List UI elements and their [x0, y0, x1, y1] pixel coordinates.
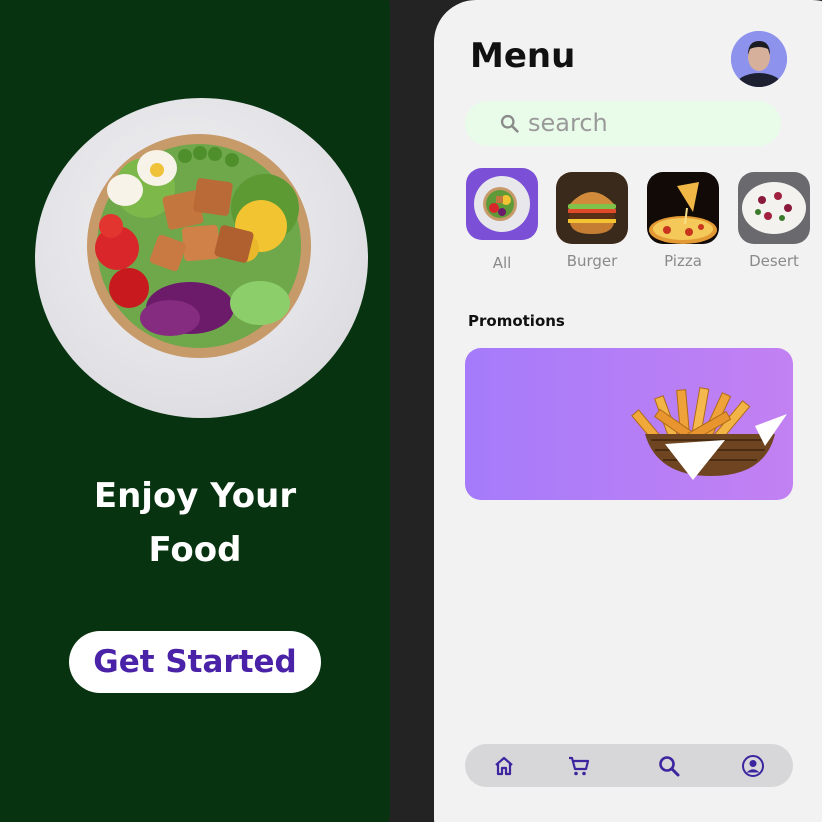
category-desert[interactable]: Desert: [737, 172, 811, 270]
french-fries-image: [631, 387, 787, 480]
get-started-button[interactable]: Get Started: [69, 631, 321, 693]
search-icon[interactable]: [657, 754, 681, 778]
avatar[interactable]: [731, 31, 787, 87]
profile-icon[interactable]: [741, 754, 765, 778]
cart-icon[interactable]: [567, 754, 591, 778]
burger-image: [556, 172, 628, 244]
search-placeholder: search: [528, 109, 608, 137]
pizza-image: [647, 172, 719, 244]
hero-title-line-2: Food: [148, 529, 242, 570]
category-label-burger: Burger: [566, 252, 618, 270]
bottom-nav: [465, 744, 793, 787]
hero-title: Enjoy Your Food: [0, 469, 390, 577]
menu-screen: Menu search All Burger Pizza Desert Prom…: [434, 0, 822, 822]
category-label-all: All: [492, 254, 512, 272]
category-label-pizza: Pizza: [664, 252, 702, 270]
category-all[interactable]: All: [465, 168, 539, 272]
salad-bowl-image: [466, 168, 538, 240]
category-pizza[interactable]: Pizza: [646, 172, 720, 270]
promotions-heading: Promotions: [468, 312, 565, 330]
promotion-banner[interactable]: [465, 348, 793, 500]
category-label-desert: Desert: [749, 252, 799, 270]
search-icon: [500, 114, 519, 133]
onboarding-screen: Enjoy Your Food Get Started: [0, 0, 390, 822]
category-burger[interactable]: Burger: [555, 172, 629, 270]
page-title: Menu: [470, 36, 576, 76]
hero-title-line-1: Enjoy Your: [93, 475, 297, 516]
search-input[interactable]: search: [465, 101, 781, 146]
app-stage: Enjoy Your Food Get Started Menu search: [0, 0, 822, 822]
salad-bowl-image: [35, 98, 368, 418]
cake-image: [738, 172, 810, 244]
home-icon[interactable]: [492, 754, 516, 778]
